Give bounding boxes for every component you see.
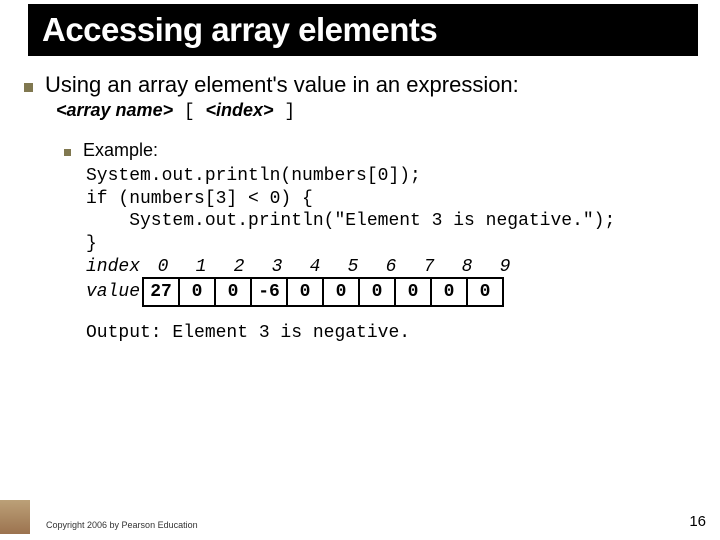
value-cell: 0 xyxy=(394,277,432,307)
title-bar: Accessing array elements xyxy=(28,4,698,56)
slide: Accessing array elements Using an array … xyxy=(0,0,720,540)
value-cell: 0 xyxy=(322,277,360,307)
bullet-level1: Using an array element's value in an exp… xyxy=(24,72,696,98)
value-cell: 0 xyxy=(358,277,396,307)
value-cell: -6 xyxy=(250,277,288,307)
copyright-footer: Copyright 2006 by Pearson Education xyxy=(46,520,198,530)
index-cell: 4 xyxy=(296,257,334,277)
index-cell: 5 xyxy=(334,257,372,277)
syntax-arrayname: <array name> xyxy=(56,100,173,120)
decorative-block xyxy=(0,500,30,534)
value-cell: 0 xyxy=(286,277,324,307)
index-label: index xyxy=(86,257,144,277)
code-block: System.out.println(numbers[0]); if (numb… xyxy=(86,165,696,255)
content-area: Using an array element's value in an exp… xyxy=(24,72,696,343)
example-label: Example: xyxy=(83,140,158,161)
array-visual: index 0 1 2 3 4 5 6 7 8 9 value 27 0 0 -… xyxy=(86,257,696,307)
slide-title: Accessing array elements xyxy=(42,11,437,49)
value-label: value xyxy=(86,282,144,302)
index-row: index 0 1 2 3 4 5 6 7 8 9 xyxy=(86,257,696,277)
syntax-index: <index> xyxy=(206,100,274,120)
square-bullet-icon xyxy=(24,83,33,92)
square-bullet-icon xyxy=(64,149,71,156)
syntax-rbracket: ] xyxy=(274,102,296,122)
value-cell: 0 xyxy=(214,277,252,307)
value-cell: 27 xyxy=(142,277,180,307)
index-cell: 8 xyxy=(448,257,486,277)
index-cell: 3 xyxy=(258,257,296,277)
index-cell: 7 xyxy=(410,257,448,277)
index-cell: 9 xyxy=(486,257,524,277)
index-cell: 6 xyxy=(372,257,410,277)
value-cell: 0 xyxy=(466,277,504,307)
index-cell: 2 xyxy=(220,257,258,277)
page-number: 16 xyxy=(689,513,706,530)
value-cell: 0 xyxy=(178,277,216,307)
output-line: Output: Element 3 is negative. xyxy=(86,323,696,343)
value-row: value 27 0 0 -6 0 0 0 0 0 0 xyxy=(86,277,696,307)
bullet1-text: Using an array element's value in an exp… xyxy=(45,72,519,98)
index-cell: 1 xyxy=(182,257,220,277)
syntax-lbracket: [ xyxy=(173,102,205,122)
syntax-line: <array name> [ <index> ] xyxy=(56,100,696,122)
index-cell: 0 xyxy=(144,257,182,277)
bullet-level2: Example: xyxy=(64,140,696,161)
value-cell: 0 xyxy=(430,277,468,307)
